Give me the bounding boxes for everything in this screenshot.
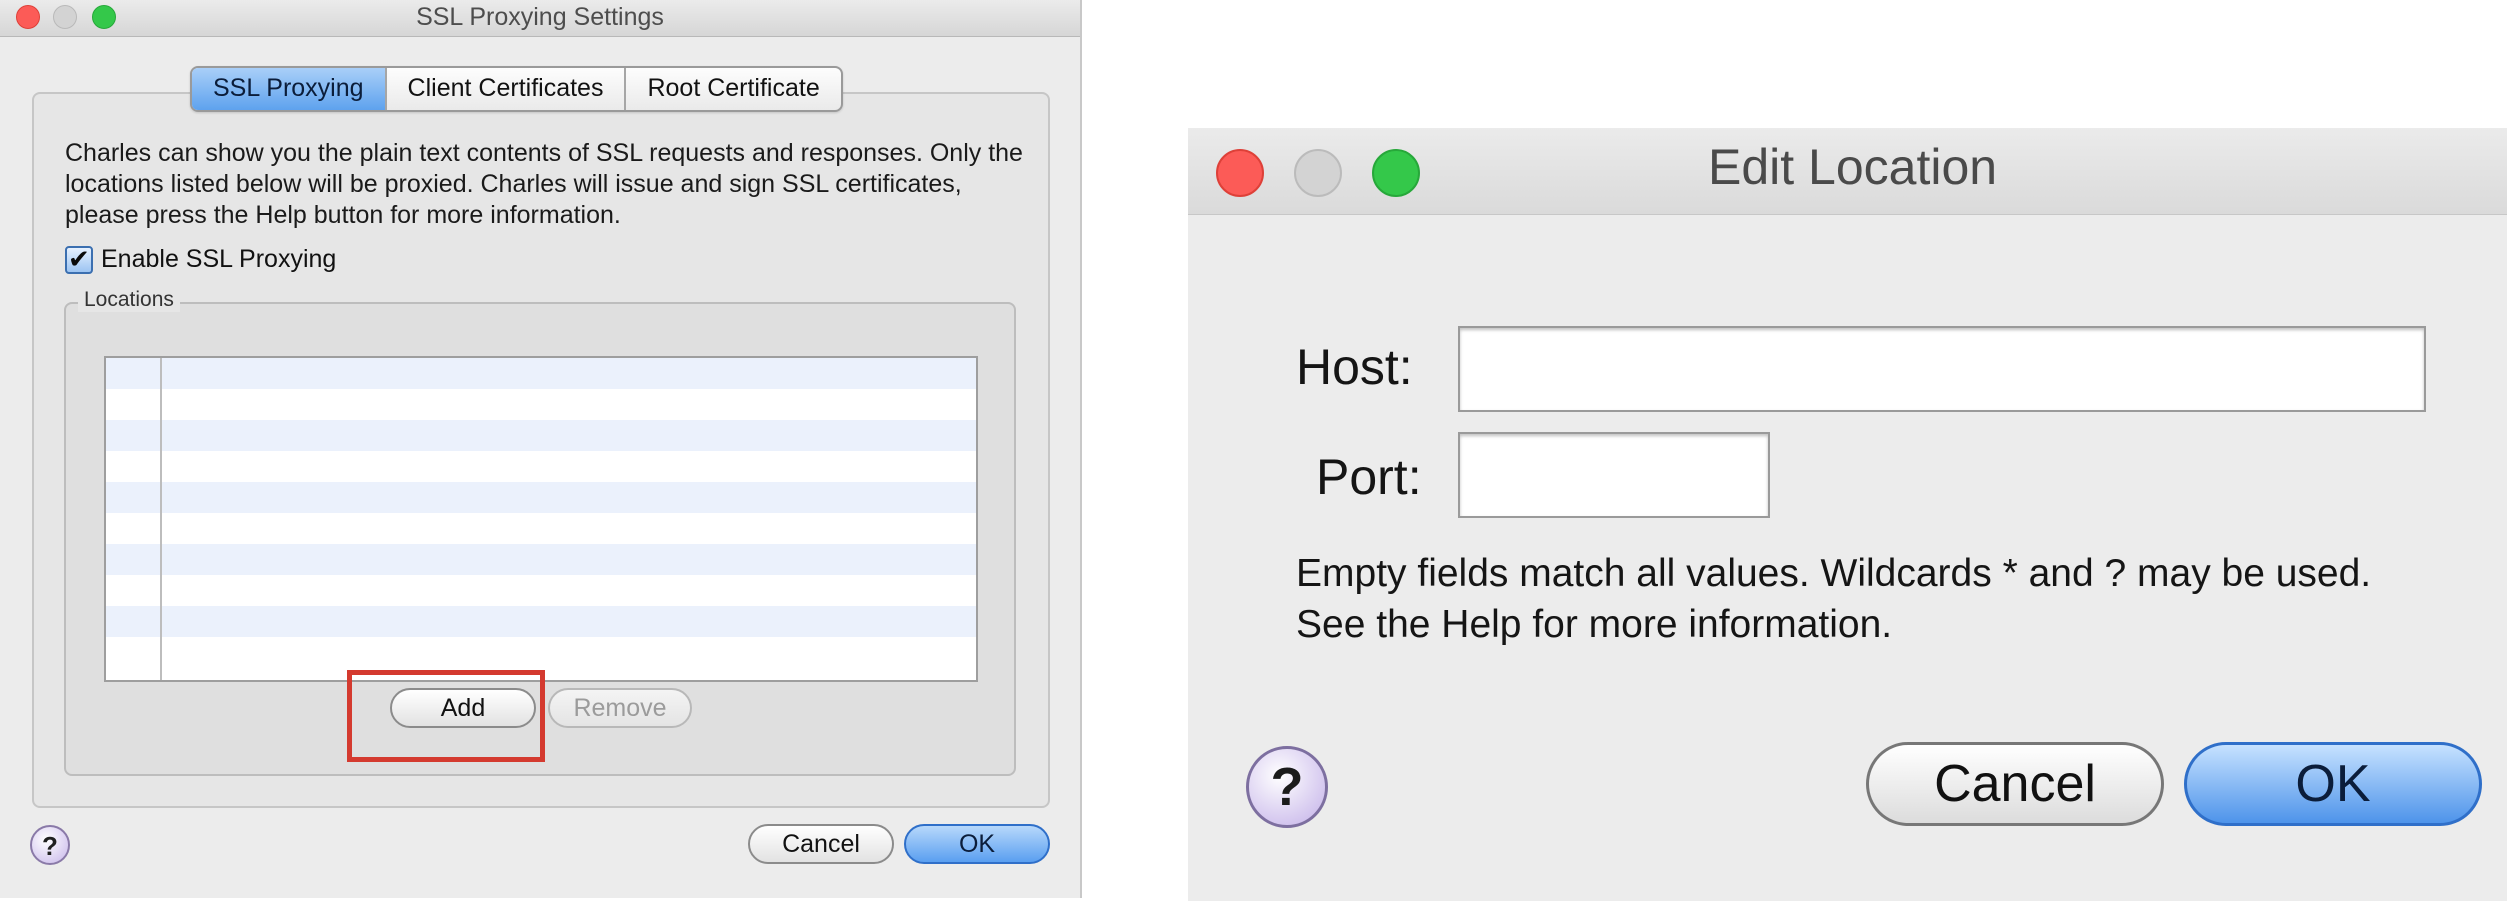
port-label: Port: [1316, 449, 1422, 505]
host-label: Host: [1296, 339, 1413, 395]
tab-bar: SSL Proxying Client Certificates Root Ce… [190, 66, 843, 112]
table-row[interactable] [106, 513, 976, 544]
remove-location-button[interactable]: Remove [548, 688, 692, 728]
host-input[interactable] [1458, 326, 2426, 412]
port-input[interactable] [1458, 432, 1770, 518]
table-row[interactable] [106, 637, 976, 668]
ssl-description: Charles can show you the plain text cont… [65, 139, 1023, 229]
help-button[interactable]: ? [1246, 746, 1328, 828]
table-row[interactable] [106, 420, 976, 451]
column-divider [160, 358, 162, 680]
edit-location-window: Edit Location Host: Port: Empty fields m… [1188, 128, 2507, 901]
table-row[interactable] [106, 606, 976, 637]
ok-button[interactable]: OK [2184, 742, 2482, 826]
tab-client-certificates[interactable]: Client Certificates [387, 68, 627, 110]
cancel-button[interactable]: Cancel [748, 824, 894, 864]
table-row[interactable] [106, 389, 976, 420]
minimize-window-button[interactable] [1294, 149, 1342, 197]
zoom-window-button[interactable] [1372, 149, 1420, 197]
tab-root-certificate[interactable]: Root Certificate [626, 68, 840, 110]
help-note: Empty fields match all values. Wildcards… [1296, 552, 2372, 646]
add-button-highlight [347, 670, 545, 762]
title-bar: SSL Proxying Settings [0, 0, 1080, 37]
locations-legend: Locations [78, 288, 180, 312]
close-window-button[interactable] [1216, 149, 1264, 197]
table-row[interactable] [106, 451, 976, 482]
enable-ssl-proxying-row[interactable]: Enable SSL Proxying [65, 244, 337, 275]
tab-ssl-proxying[interactable]: SSL Proxying [192, 68, 387, 110]
enable-ssl-proxying-label: Enable SSL Proxying [101, 245, 337, 273]
window-title: Edit Location [1708, 139, 1998, 195]
enable-ssl-proxying-checkbox[interactable] [65, 244, 93, 275]
ssl-proxying-settings-window: SSL Proxying Settings SSL Proxying Clien… [0, 0, 1082, 898]
ok-button[interactable]: OK [904, 824, 1050, 864]
locations-table[interactable] [104, 356, 978, 682]
table-row[interactable] [106, 544, 976, 575]
table-row[interactable] [106, 575, 976, 606]
table-row[interactable] [106, 358, 976, 389]
title-bar: Edit Location [1188, 128, 2507, 215]
window-title: SSL Proxying Settings [416, 3, 664, 31]
table-row[interactable] [106, 482, 976, 513]
cancel-button[interactable]: Cancel [1866, 742, 2164, 826]
help-button[interactable]: ? [30, 825, 70, 865]
